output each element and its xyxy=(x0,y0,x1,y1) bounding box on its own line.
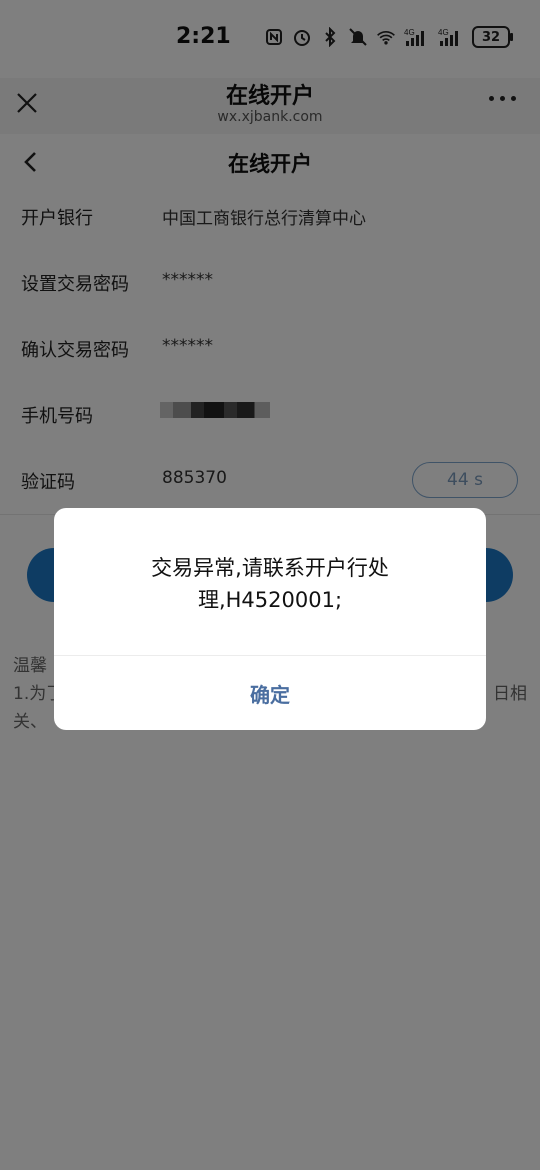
confirm-button[interactable]: 确定 xyxy=(54,656,486,730)
alert-dialog: 交易异常,请联系开户行处理,H4520001; 确定 xyxy=(54,508,486,730)
dialog-message: 交易异常,请联系开户行处理,H4520001; xyxy=(151,556,389,612)
